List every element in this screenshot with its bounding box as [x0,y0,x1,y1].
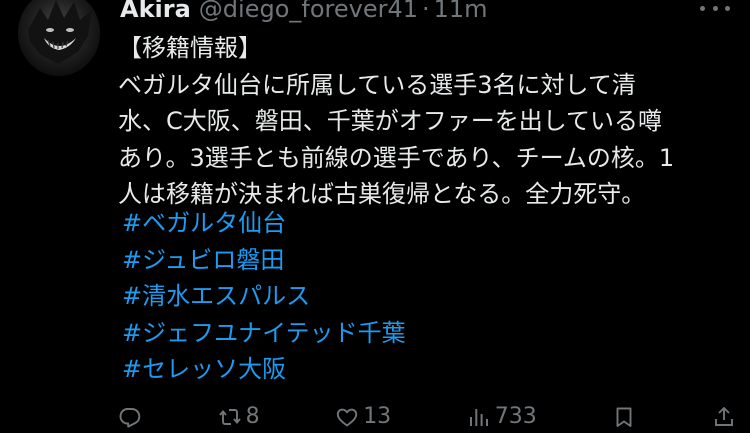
more-dot [712,5,718,11]
hashtag-link[interactable]: #清水エスパルス [122,278,406,315]
share-button[interactable] [712,405,736,429]
like-icon [335,405,359,429]
retweet-count: 8 [245,404,260,429]
hashtag-link[interactable]: #セレッソ大阪 [122,351,406,388]
tweet-actions: 8 13 733 [118,400,736,433]
hashtag-list: #ベガルタ仙台 #ジュビロ磐田 #清水エスパルス #ジェフユナイテッド千葉 #セ… [122,205,406,388]
more-dot [725,5,730,11]
tweet-text: 【移籍情報】 ベガルタ仙台に所属している選手3名に対して清 水、C大阪、磐田、千… [118,30,738,213]
share-icon [712,405,736,429]
hashtag-link[interactable]: #ジュビロ磐田 [122,242,406,279]
tweet-header: Akira @diego_forever41 · 11m [120,0,488,26]
tweet-text-line: 【移籍情報】 [118,34,262,62]
like-button[interactable]: 13 [335,400,391,433]
tweet-text-line: あり。3選手とも前線の選手であり、チームの核。1 [118,143,675,172]
views-icon [467,405,491,429]
tweet[interactable]: Akira @diego_forever41 · 11m 【移籍情報】 ベガルタ… [0,0,750,433]
bookmark-icon [612,405,636,429]
bookmark-button[interactable] [612,405,636,429]
like-count: 13 [363,404,392,429]
more-options-icon[interactable] [700,0,730,18]
views-count: 733 [494,404,537,429]
tweet-timestamp[interactable]: 11m [434,0,488,26]
reply-button[interactable] [118,405,142,429]
author-display-name[interactable]: Akira [120,0,191,26]
hashtag-link[interactable]: #ジェフユナイテッド千葉 [122,315,406,352]
tweet-text-line: ベガルタ仙台に所属している選手3名に対して清 [118,70,636,99]
header-separator: · [422,0,430,23]
retweet-icon [218,405,242,429]
views-button[interactable]: 733 [467,400,537,433]
avatar[interactable] [18,0,100,76]
hashtag-link[interactable]: #ベガルタ仙台 [122,205,406,242]
author-handle[interactable]: @diego_forever41 [199,0,418,26]
tweet-text-line: 水、C大阪、磐田、千葉がオファーを出している噂 [118,107,663,135]
retweet-button[interactable]: 8 [218,400,260,433]
more-dot [700,5,705,11]
reply-icon [118,405,142,429]
avatar-image [18,0,100,76]
